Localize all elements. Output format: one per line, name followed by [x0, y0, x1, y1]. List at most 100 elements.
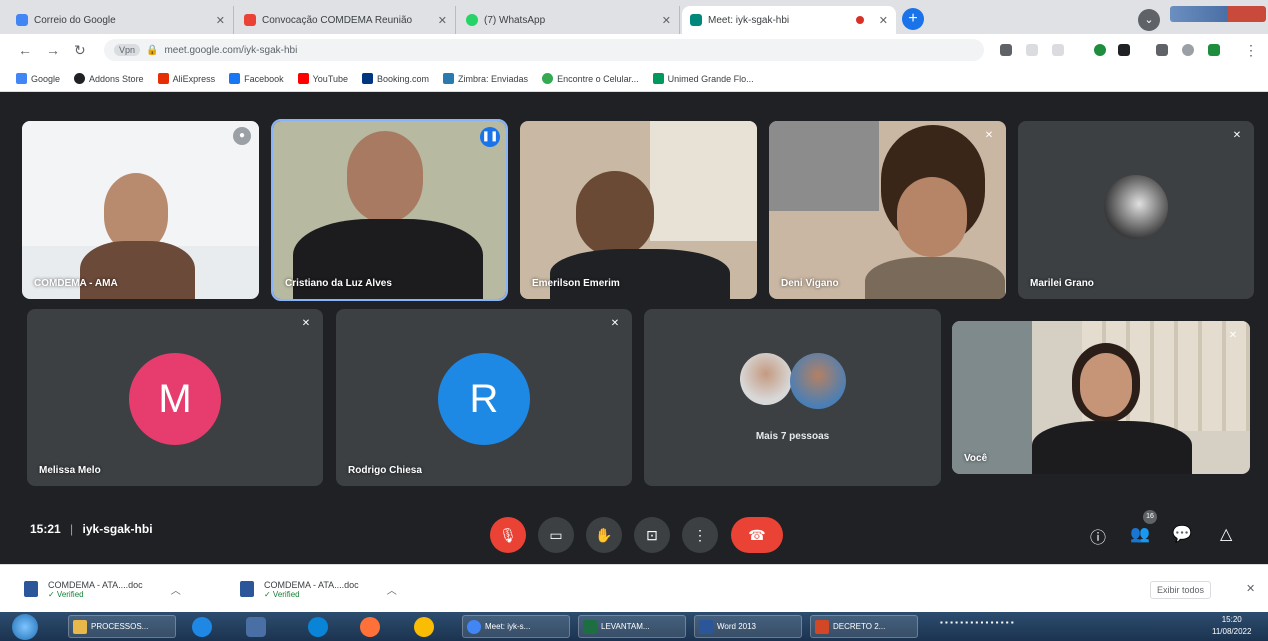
chevron-up-icon[interactable]: ︿: [171, 582, 181, 597]
mic-off-icon: ✕: [301, 318, 311, 329]
tab-convocacao[interactable]: Convocação COMDEMA Reunião ✕: [236, 6, 456, 34]
close-tab-icon[interactable]: ✕: [438, 14, 447, 27]
more-options-icon[interactable]: ●: [233, 127, 251, 145]
vpn-chip[interactable]: Vpn: [114, 44, 141, 56]
show-all-downloads-button[interactable]: Exibir todos: [1150, 581, 1212, 599]
mic-toggle-button[interactable]: 🎙: [490, 517, 526, 553]
people-icon[interactable]: 👥: [1130, 524, 1150, 544]
participant-tile[interactable]: R ✕ Rodrigo Chiesa: [336, 309, 632, 486]
shield-icon[interactable]: [1208, 44, 1220, 56]
meeting-code: iyk-sgak-hbi: [82, 522, 153, 536]
participant-tile[interactable]: ● COMDEMA - AMA: [22, 121, 259, 299]
close-tab-icon[interactable]: ✕: [216, 14, 225, 27]
addons-icon: [74, 73, 86, 84]
info-icon[interactable]: ⓘ: [1090, 524, 1106, 548]
youtube-icon: [297, 73, 309, 84]
present-screen-button[interactable]: ⊡: [634, 517, 670, 553]
gmail-icon: [244, 14, 256, 26]
bookmark-addons[interactable]: Addons Store: [74, 73, 144, 84]
participant-tile[interactable]: ✕ Marilei Grano: [1018, 121, 1254, 299]
participant-tile[interactable]: ✕ Deni Vigano: [769, 121, 1006, 299]
bookmark-google[interactable]: Google: [16, 73, 60, 84]
tab-title: Convocação COMDEMA Reunião: [262, 14, 413, 26]
zimbra-icon: [443, 73, 455, 84]
edge-icon[interactable]: [308, 617, 328, 637]
close-tab-icon[interactable]: ✕: [879, 14, 888, 27]
tab-title: (7) WhatsApp: [484, 14, 546, 26]
meet-control-bar: 15:21 | iyk-sgak-hbi 🎙 ▭ ✋ ⊡ ⋮ ☎ ⓘ 👥 16 …: [0, 498, 1268, 564]
participant-tile[interactable]: ❚❚ Cristiano da Luz Alves: [271, 119, 508, 301]
camera-toggle-button[interactable]: ▭: [538, 517, 574, 553]
participant-tile[interactable]: M ✕ Melissa Melo: [27, 309, 323, 486]
chevron-up-icon[interactable]: ︿: [387, 582, 397, 597]
forward-icon[interactable]: →: [46, 42, 60, 58]
tab-gmail[interactable]: Correio do Google ✕: [8, 6, 234, 34]
more-options-button[interactable]: ⋮: [682, 517, 718, 553]
taskbar-item[interactable]: PROCESSOS...: [68, 615, 176, 638]
chat-icon[interactable]: 💬: [1172, 524, 1192, 544]
taskbar-label: LEVANTAM...: [601, 622, 650, 631]
self-view-tile[interactable]: ✕ Você: [952, 321, 1250, 474]
bookmark-zimbra[interactable]: Zimbra: Enviadas: [443, 73, 528, 84]
extension-icon[interactable]: [1118, 44, 1130, 56]
bookmark-youtube[interactable]: YouTube: [297, 73, 348, 84]
bookmark-facebook[interactable]: Facebook: [229, 73, 284, 84]
download-item[interactable]: COMDEMA - ATA....doc ✓ Verified ︿: [24, 573, 181, 605]
internet-explorer-icon[interactable]: [192, 617, 212, 637]
leave-call-button[interactable]: ☎: [731, 517, 783, 553]
firefox-icon[interactable]: [360, 617, 380, 637]
chrome-icon[interactable]: [414, 617, 434, 637]
tab-whatsapp[interactable]: (7) WhatsApp ✕: [458, 6, 680, 34]
participant-photo-avatar: [740, 353, 792, 405]
participant-tile[interactable]: Emerilson Emerim: [520, 121, 757, 299]
hand-icon: ✋: [595, 527, 613, 543]
camera-icon[interactable]: [1000, 44, 1012, 56]
taskbar-label: PROCESSOS...: [91, 622, 149, 631]
find-device-icon: [542, 73, 554, 84]
start-button[interactable]: [12, 614, 38, 640]
reload-icon[interactable]: ↻: [74, 42, 86, 59]
window-controls[interactable]: [1170, 6, 1266, 22]
raise-hand-button[interactable]: ✋: [586, 517, 622, 553]
extension-icon[interactable]: [1094, 44, 1106, 56]
lock-icon: 🔒: [146, 44, 159, 56]
participant-avatar: M: [129, 353, 221, 445]
meeting-time: 15:21: [30, 522, 61, 536]
self-video: [952, 321, 1250, 474]
bookmark-label: AliExpress: [172, 73, 216, 84]
taskbar-item[interactable]: DECRETO 2...: [810, 615, 918, 638]
media-player-icon[interactable]: [246, 617, 266, 637]
word-doc-icon: [240, 581, 254, 597]
taskbar-item[interactable]: LEVANTAM...: [578, 615, 686, 638]
url-text: meet.google.com/iyk-sgak-hbi: [164, 44, 298, 56]
profile-icon[interactable]: [1182, 44, 1194, 56]
address-bar[interactable]: Vpn 🔒 meet.google.com/iyk-sgak-hbi: [104, 39, 984, 61]
system-tray-icons[interactable]: ▪ ▪ ▪ ▪ ▪ ▪ ▪ ▪ ▪ ▪ ▪ ▪ ▪ ▪ ▪: [940, 618, 1014, 627]
bookmark-label: Addons Store: [89, 73, 144, 84]
bookmark-aliexpress[interactable]: AliExpress: [157, 73, 216, 84]
participant-photo-avatar: [790, 353, 846, 409]
back-icon[interactable]: ←: [18, 42, 32, 58]
close-tab-icon[interactable]: ✕: [662, 14, 671, 27]
download-filename: COMDEMA - ATA....doc: [48, 579, 143, 590]
participant-name: Cristiano da Luz Alves: [285, 278, 392, 289]
new-tab-button[interactable]: +: [902, 8, 924, 30]
tab-title: Correio do Google: [34, 14, 116, 26]
bookmark-find-phone[interactable]: Encontre o Celular...: [542, 73, 639, 84]
taskbar-item[interactable]: Word 2013: [694, 615, 802, 638]
taskbar-item[interactable]: Meet: iyk-s...: [462, 615, 570, 638]
sidebar-icon[interactable]: [1156, 44, 1168, 56]
bookmark-unimed[interactable]: Unimed Grande Flo...: [652, 73, 754, 84]
more-participants-tile[interactable]: Mais 7 pessoas: [644, 309, 941, 486]
bookmark-booking[interactable]: Booking.com: [362, 73, 429, 84]
system-clock[interactable]: 15:20 11/08/2022: [1212, 614, 1251, 638]
star-icon[interactable]: [1052, 44, 1064, 56]
menu-icon[interactable]: ⋮: [1244, 42, 1258, 59]
activities-icon[interactable]: △: [1220, 524, 1232, 544]
download-item[interactable]: COMDEMA - ATA....doc ✓ Verified ︿: [240, 573, 397, 605]
chevron-down-icon[interactable]: ⌄: [1138, 9, 1160, 31]
participant-video: [769, 121, 1006, 299]
share-icon[interactable]: [1026, 44, 1038, 56]
close-icon[interactable]: ✕: [1246, 582, 1255, 595]
folder-icon: [73, 619, 87, 634]
